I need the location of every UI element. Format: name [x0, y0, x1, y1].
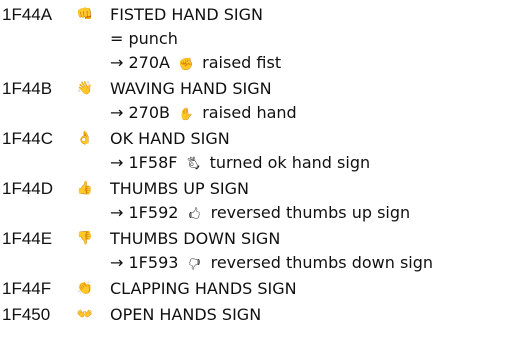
- ok-hand-icon: 👌: [76, 131, 94, 146]
- code-point: 1F44F: [2, 279, 52, 298]
- raised-fist-icon: ✊: [178, 57, 194, 71]
- waving-hand-icon: 👋: [76, 81, 94, 96]
- cross-reference: → 1F592 🖒 reversed thumbs up sign: [110, 200, 410, 227]
- cross-reference: → 1F593 🖓 reversed thumbs down sign: [110, 250, 433, 277]
- code-point: 1F44D: [2, 179, 54, 198]
- xref-code: 1F593: [128, 253, 179, 272]
- arrow-icon: →: [110, 53, 124, 72]
- xref-code: 1F58F: [128, 153, 178, 172]
- code-point: 1F44A: [2, 5, 53, 24]
- thumbs-down-icon: 👎: [76, 231, 94, 246]
- arrow-icon: →: [110, 153, 124, 172]
- arrow-icon: →: [110, 103, 124, 122]
- xref-code: 270B: [128, 103, 171, 122]
- reversed-thumbs-up-icon: 🖒: [188, 207, 201, 221]
- cross-reference: → 270A ✊ raised fist: [110, 50, 281, 77]
- character-name: FISTED HAND SIGN: [110, 5, 263, 24]
- code-point: 1F450: [2, 305, 51, 324]
- raised-hand-icon: ✋: [178, 107, 194, 121]
- code-point: 1F44C: [2, 129, 54, 148]
- xref-code: 1F592: [128, 203, 179, 222]
- xref-name: reversed thumbs down sign: [210, 253, 434, 272]
- code-point: 1F44E: [2, 229, 53, 248]
- xref-name: raised hand: [202, 103, 297, 122]
- alias-text: = punch: [110, 29, 178, 48]
- open-hands-icon: 👐: [76, 307, 94, 322]
- arrow-icon: →: [110, 253, 124, 272]
- xref-name: reversed thumbs up sign: [210, 203, 411, 222]
- character-name: WAVING HAND SIGN: [110, 79, 272, 98]
- xref-name: turned ok hand sign: [209, 153, 371, 172]
- fisted-hand-icon: 👊: [76, 7, 94, 22]
- character-name: THUMBS DOWN SIGN: [110, 229, 281, 248]
- character-name: CLAPPING HANDS SIGN: [110, 279, 297, 298]
- character-name: THUMBS UP SIGN: [110, 179, 249, 198]
- cross-reference: → 1F58F 🖏 turned ok hand sign: [110, 150, 370, 177]
- character-name: OPEN HANDS SIGN: [110, 305, 262, 324]
- cross-reference: → 270B ✋ raised hand: [110, 100, 297, 127]
- character-name: OK HAND SIGN: [110, 129, 230, 148]
- turned-ok-hand-icon: 🖏: [187, 157, 200, 171]
- xref-code: 270A: [128, 53, 170, 72]
- code-point: 1F44B: [2, 79, 53, 98]
- thumbs-up-icon: 👍: [76, 181, 94, 196]
- reversed-thumbs-down-icon: 🖓: [188, 257, 201, 271]
- xref-name: raised fist: [202, 53, 282, 72]
- clapping-hands-icon: 👏: [76, 281, 94, 296]
- arrow-icon: →: [110, 203, 124, 222]
